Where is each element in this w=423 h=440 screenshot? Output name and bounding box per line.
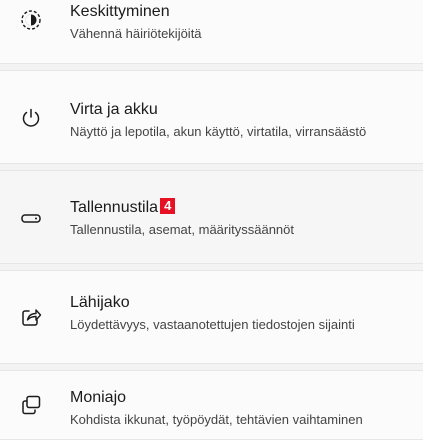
settings-item-title-text: Tallennustila bbox=[70, 199, 159, 216]
share-icon bbox=[20, 306, 42, 328]
settings-item-subtitle: Kohdista ikkunat, työpöydät, tehtävien v… bbox=[70, 412, 363, 427]
settings-item-power[interactable]: Virta ja akku Näyttö ja lepotila, akun k… bbox=[0, 70, 423, 164]
settings-item-title: Virta ja akku bbox=[70, 101, 158, 118]
multitasking-icon bbox=[20, 394, 42, 416]
settings-item-subtitle: Näyttö ja lepotila, akun käyttö, virtati… bbox=[70, 124, 367, 139]
settings-item-nearby-sharing[interactable]: Lähijako Löydettävyys, vastaanotettujen … bbox=[0, 270, 423, 364]
settings-item-subtitle: Löydettävyys, vastaanotettujen tiedostoj… bbox=[70, 317, 355, 332]
settings-item-title: Moniajo bbox=[70, 389, 127, 406]
settings-item-multitasking[interactable]: Moniajo Kohdista ikkunat, työpöydät, teh… bbox=[0, 370, 423, 440]
settings-list: Keskittyminen Vähennä häiriötekijöitä Vi… bbox=[0, 0, 423, 440]
settings-item-focus[interactable]: Keskittyminen Vähennä häiriötekijöitä bbox=[0, 0, 423, 64]
settings-item-subtitle: Tallennustila, asemat, määrityssäännöt bbox=[70, 222, 295, 237]
settings-item-storage[interactable]: Tallennustila 4 Tallennustila, asemat, mä… bbox=[0, 170, 423, 264]
settings-item-title: Keskittyminen bbox=[70, 3, 170, 20]
settings-item-title: Lähijako bbox=[70, 294, 130, 311]
badge: 4 bbox=[160, 198, 176, 214]
settings-item-title: Tallennustila 4 bbox=[70, 198, 176, 218]
focus-icon bbox=[20, 9, 42, 31]
settings-item-subtitle: Vähennä häiriötekijöitä bbox=[70, 26, 202, 41]
storage-icon bbox=[20, 207, 42, 229]
power-icon bbox=[20, 107, 42, 129]
